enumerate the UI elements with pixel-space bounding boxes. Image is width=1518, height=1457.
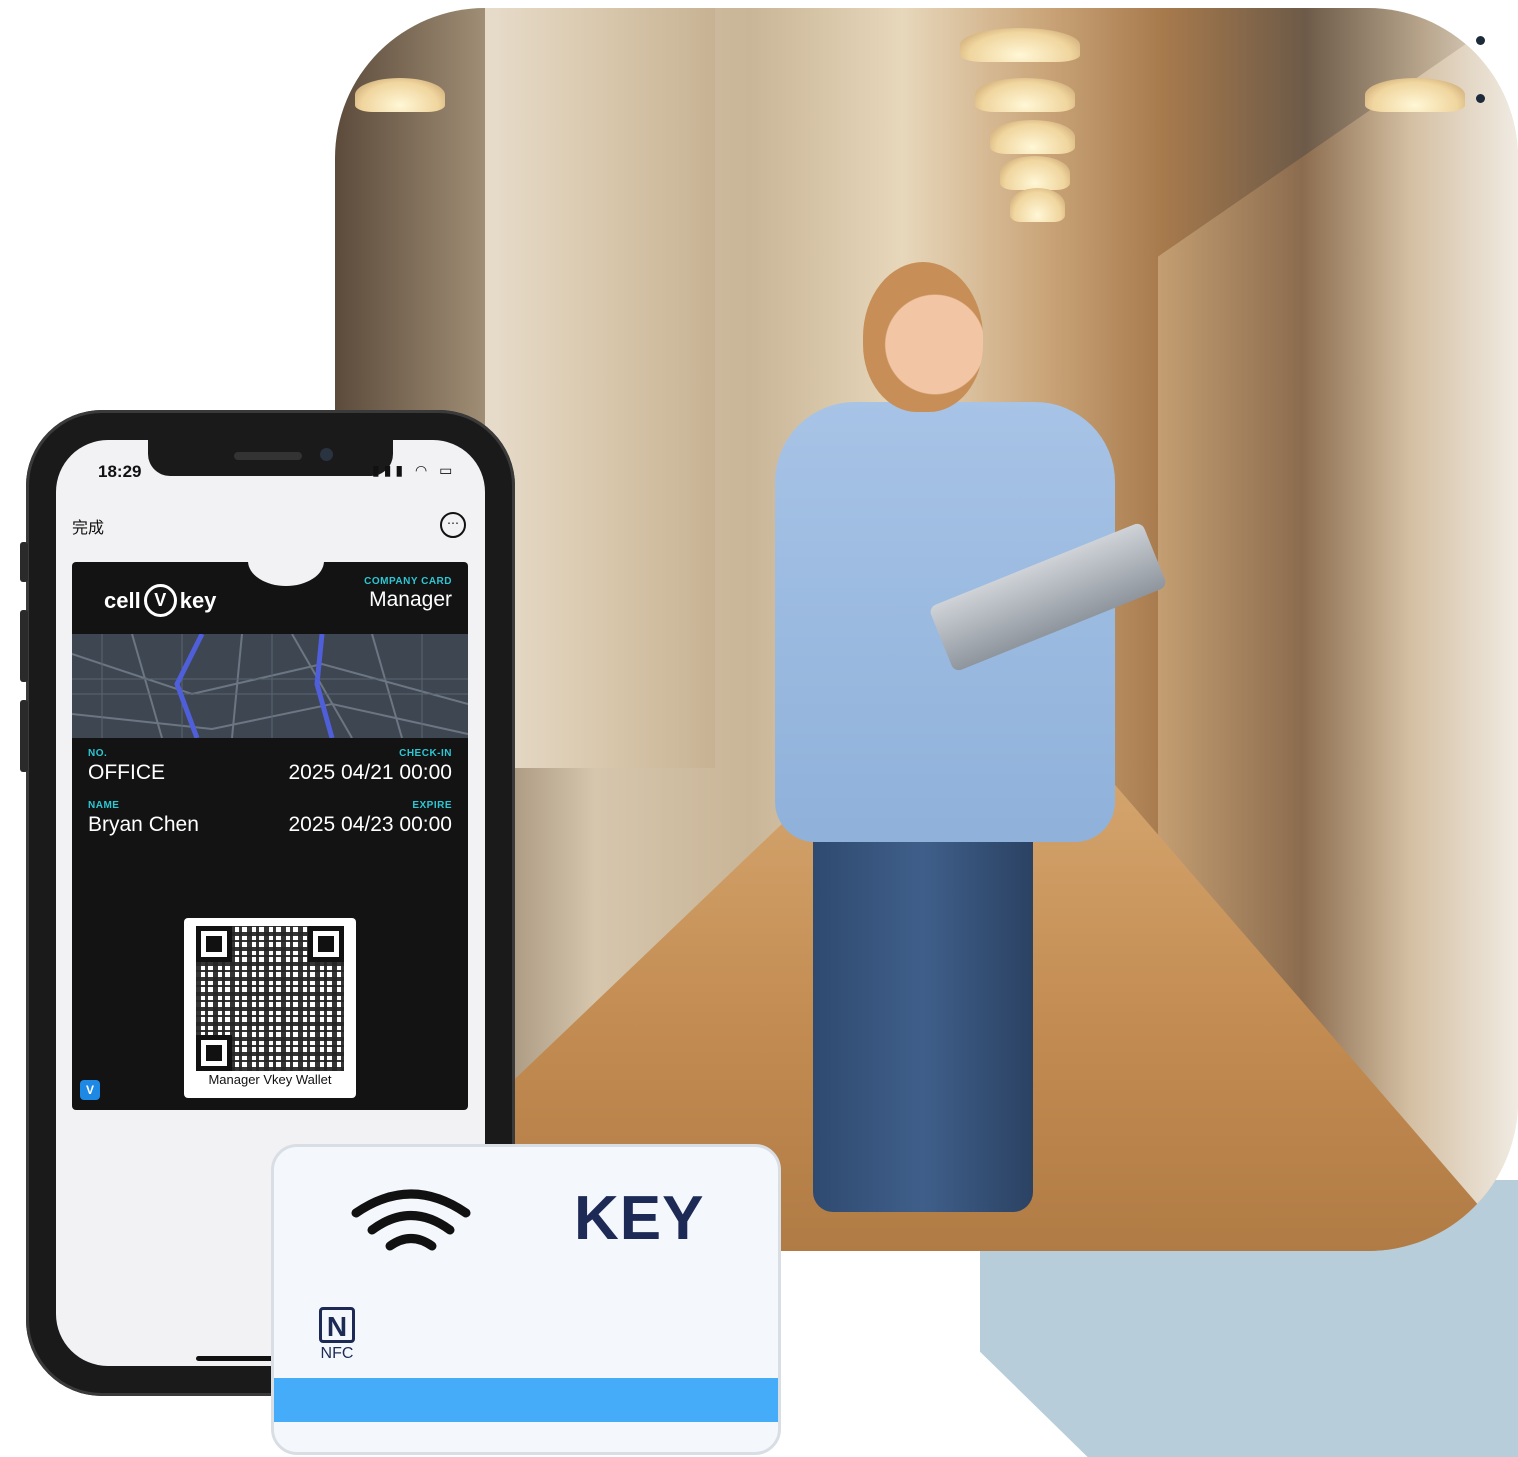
decor-dot (1476, 94, 1485, 103)
ceiling-lamp (975, 78, 1075, 112)
wireless-signal-icon (351, 1189, 471, 1251)
logo-text-cell: cell (104, 587, 141, 613)
phone-notch (148, 440, 393, 476)
cellvkey-logo: cell V key (104, 584, 216, 617)
decor-dot (1476, 36, 1485, 45)
ceiling-lamp (990, 120, 1075, 154)
checkin-label: CHECK-IN (399, 748, 452, 759)
phone-side-button (20, 542, 28, 582)
qr-finder (196, 926, 232, 962)
logo-text-key: key (179, 587, 217, 613)
nfc-logo: N NFC (319, 1307, 355, 1363)
logo-v-icon: V (143, 584, 177, 617)
qr-finder (308, 926, 344, 962)
pass-notch (248, 536, 324, 586)
ceiling-lamp (1365, 78, 1465, 112)
name-value: Bryan Chen (88, 813, 199, 836)
photo-pillar (485, 8, 715, 768)
ceiling-lamp (960, 28, 1080, 62)
qr-finder (196, 1035, 232, 1071)
done-button[interactable]: 完成 (72, 514, 104, 538)
nfc-icon: N (319, 1307, 355, 1343)
map-strip (72, 634, 468, 738)
nfc-label: NFC (320, 1345, 354, 1362)
qr-caption: Manager Vkey Wallet (208, 1072, 332, 1087)
person-jeans (813, 782, 1033, 1212)
card-title: KEY (574, 1184, 705, 1253)
woman-walking (765, 262, 1168, 1252)
ceiling-lamp (1010, 188, 1065, 222)
map-graphic (72, 634, 468, 738)
more-options-icon[interactable]: ⋯ (440, 512, 466, 538)
expire-label: EXPIRE (412, 800, 452, 811)
nfc-key-card: KEY N NFC (271, 1144, 781, 1455)
status-time: 18:29 (98, 462, 142, 481)
qr-code-box[interactable]: Manager Vkey Wallet (184, 918, 356, 1098)
checkin-value: 2025 04/21 00:00 (288, 761, 453, 784)
camera (320, 448, 333, 461)
no-value: OFFICE (88, 761, 165, 784)
expire-value: 2025 04/23 00:00 (288, 813, 453, 836)
header-label: COMPANY CARD (364, 576, 452, 587)
no-label: NO. (88, 748, 108, 759)
card-stripe (274, 1378, 778, 1422)
phone-side-button (20, 610, 28, 682)
name-label: NAME (88, 800, 120, 811)
header-value: Manager (369, 588, 452, 611)
person-head (863, 262, 983, 412)
phone-side-button (20, 700, 28, 772)
ceiling-lamp (355, 78, 445, 112)
status-icons: ▮▮▮ ◠ ▭ (372, 462, 457, 478)
wallet-pass[interactable]: cell V key COMPANY CARD Manager NO. OFFI… (72, 536, 468, 1110)
vkey-mini-logo: V (80, 1080, 100, 1100)
ceiling-lamp (1000, 156, 1070, 190)
speaker (234, 452, 302, 460)
